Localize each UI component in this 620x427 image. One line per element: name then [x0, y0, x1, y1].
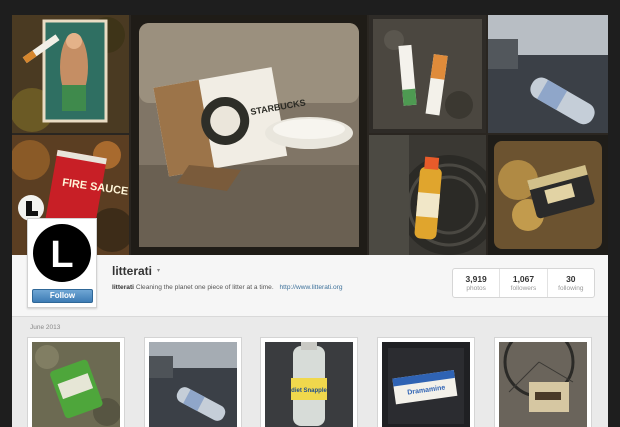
follow-button[interactable]: Follow — [32, 289, 93, 303]
bottle-road-photo — [488, 15, 608, 133]
stat-photos[interactable]: 3,919 photos — [453, 269, 501, 297]
photo-tile-bottle-road[interactable] — [488, 15, 608, 133]
stat-label: following — [558, 285, 584, 292]
stat-label: followers — [510, 285, 537, 292]
bio-name: litterati — [112, 284, 134, 291]
photo-tile-saint-card[interactable] — [12, 15, 129, 133]
feed-photo-dramamine[interactable]: Dramamine — [377, 337, 475, 427]
photo-feed: June 2013 diet Snapple Dramamine — [12, 317, 608, 427]
cigarettes-photo — [369, 15, 486, 133]
juice-bottle-photo — [369, 135, 486, 255]
stat-value: 3,919 — [465, 274, 487, 284]
photo-tile-juice-bottle[interactable] — [369, 135, 486, 255]
bottle-road-thumb — [149, 342, 237, 427]
stat-label: photos — [466, 285, 486, 292]
avatar-letter: L — [50, 234, 73, 276]
chevron-down-icon[interactable]: ▾ — [157, 267, 160, 274]
saint-card-photo — [12, 15, 129, 133]
stat-value: 1,067 — [512, 274, 535, 284]
stat-following[interactable]: 30 following — [548, 269, 594, 297]
profile-bio: litterati Cleaning the planet one piece … — [112, 284, 343, 291]
dramamine-photo: Dramamine — [382, 342, 470, 427]
profile-stats: 3,919 photos 1,067 followers 30 followin… — [452, 268, 595, 298]
website-link[interactable]: http://www.litterati.org — [280, 284, 343, 291]
photo-tile-crushed-can[interactable] — [488, 135, 608, 255]
photo-tile-cigarettes[interactable] — [369, 15, 486, 133]
bio-text: Cleaning the planet one piece of litter … — [135, 284, 274, 291]
coffee-cup-photo: STARBUCKS — [131, 15, 367, 255]
avatar[interactable]: L — [31, 222, 93, 284]
feed-photo-snapple[interactable]: diet Snapple — [260, 337, 358, 427]
stat-followers[interactable]: 1,067 followers — [500, 269, 548, 297]
profile-header: L Follow litterati ▾ litterati Cleaning … — [12, 218, 608, 317]
month-heading: June 2013 — [30, 324, 61, 331]
litterati-logo-icon: L — [33, 224, 91, 282]
snapple-bottle-photo: diet Snapple — [265, 342, 353, 427]
avatar-card: L Follow — [27, 218, 97, 308]
profile-username[interactable]: litterati — [112, 264, 152, 278]
cover-mosaic: FIRE SAUCE STARBUCKS — [12, 15, 608, 255]
bike-wheel-photo — [499, 342, 587, 427]
crushed-can-photo — [488, 135, 608, 255]
photo-tile-coffee-cup[interactable]: STARBUCKS — [131, 15, 367, 255]
chip-bag-photo — [32, 342, 120, 427]
feed-photo-bottle-road[interactable] — [144, 337, 242, 427]
feed-photo-chip-bag[interactable] — [27, 337, 125, 427]
snapple-label: diet Snapple — [291, 388, 327, 394]
stat-value: 30 — [566, 274, 576, 284]
feed-photo-bike-wheel[interactable] — [494, 337, 592, 427]
